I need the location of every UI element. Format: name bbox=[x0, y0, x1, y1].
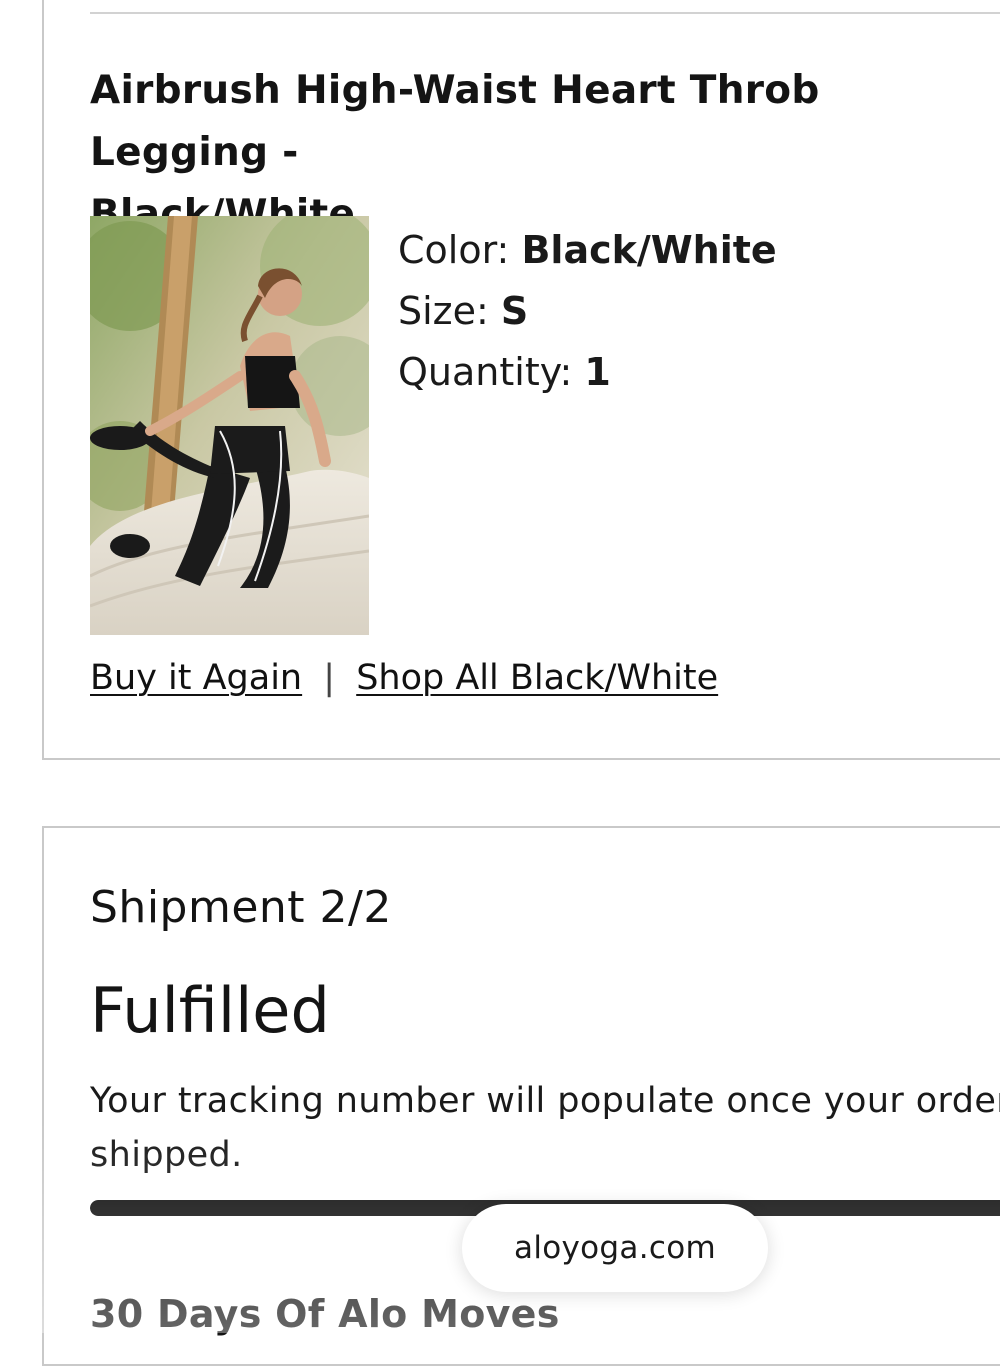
quantity-value: 1 bbox=[584, 350, 611, 394]
product-attributes: Color: Black/White Size: S Quantity: 1 bbox=[398, 220, 777, 403]
product-image[interactable] bbox=[90, 216, 369, 635]
color-row: Color: Black/White bbox=[398, 220, 777, 281]
color-label: Color: bbox=[398, 228, 510, 272]
tracking-message-line2: shipped. bbox=[90, 1135, 243, 1175]
tracking-message: Your tracking number will populate once … bbox=[90, 1074, 1000, 1182]
quantity-label: Quantity: bbox=[398, 350, 573, 394]
product-title-line1: Airbrush High-Waist Heart Throb Legging … bbox=[90, 68, 820, 175]
quantity-row: Quantity: 1 bbox=[398, 342, 777, 403]
item-actions: Buy it Again | Shop All Black/White bbox=[90, 658, 718, 698]
browser-url-bar[interactable]: aloyoga.com bbox=[462, 1204, 768, 1292]
shop-all-link[interactable]: Shop All Black/White bbox=[356, 658, 718, 698]
promo-title[interactable]: 30 Days Of Alo Moves bbox=[90, 1292, 560, 1336]
product-photo bbox=[90, 216, 369, 635]
color-value: Black/White bbox=[521, 228, 777, 272]
size-row: Size: S bbox=[398, 281, 777, 342]
size-label: Size: bbox=[398, 289, 489, 333]
buy-again-link[interactable]: Buy it Again bbox=[90, 658, 302, 698]
divider bbox=[90, 12, 1000, 14]
shipment-status: Fulfilled bbox=[90, 974, 330, 1047]
size-value: S bbox=[500, 289, 529, 333]
url-text: aloyoga.com bbox=[514, 1230, 716, 1266]
order-item-card: Airbrush High-Waist Heart Throb Legging … bbox=[42, 0, 1000, 760]
link-separator: | bbox=[323, 658, 336, 698]
tracking-message-line1: Your tracking number will populate once … bbox=[90, 1081, 1000, 1121]
shipment-label: Shipment 2/2 bbox=[90, 882, 392, 933]
